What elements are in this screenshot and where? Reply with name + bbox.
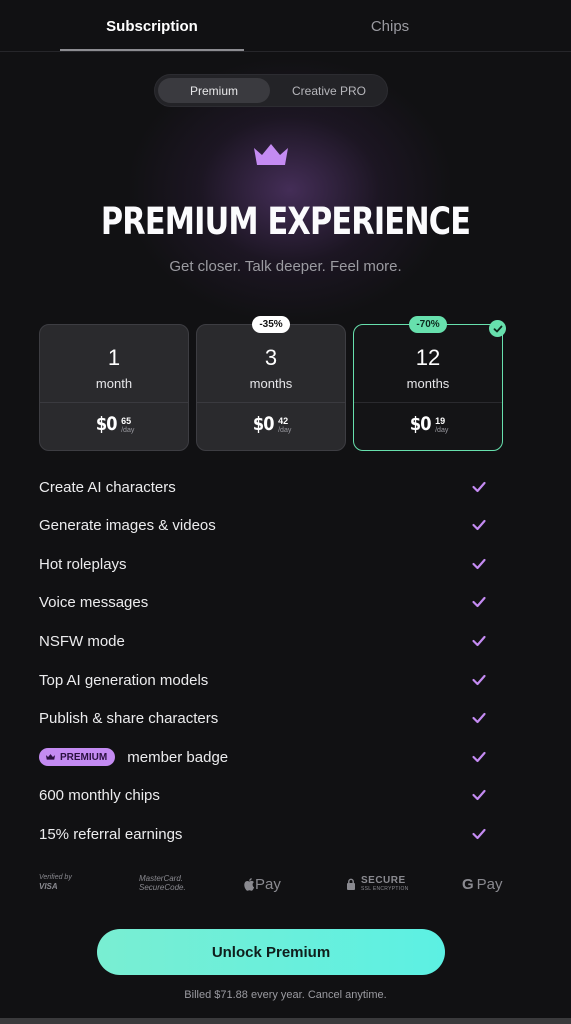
premium-badge-label: PREMIUM	[60, 751, 108, 763]
feature-label: member badge	[127, 748, 229, 766]
unlock-premium-button[interactable]: Unlock Premium	[97, 929, 445, 975]
plan-type-switch: Premium Creative PRO	[154, 74, 388, 107]
lock-icon	[347, 878, 355, 890]
feature-row: 15% referral earnings	[39, 824, 499, 844]
feature-row: Voice messages	[39, 592, 499, 612]
feature-label: Create AI characters	[39, 478, 176, 496]
feature-label: 600 monthly chips	[39, 786, 160, 804]
plan-divider	[197, 402, 345, 403]
bottom-bar	[0, 1018, 571, 1024]
feature-label: 15% referral earnings	[39, 825, 183, 843]
tab-subscription[interactable]: Subscription	[60, 0, 244, 52]
apple-icon	[244, 878, 255, 891]
feature-label: NSFW mode	[39, 632, 125, 650]
plan-unit: months	[249, 376, 293, 391]
premium-badge: PREMIUM	[39, 748, 116, 766]
check-icon	[472, 481, 486, 493]
price-dollars: $0	[95, 413, 117, 435]
check-icon	[472, 751, 486, 763]
price-period: /day	[435, 427, 449, 434]
mastercard-securecode-logo: MasterCard. SecureCode.	[139, 874, 186, 892]
plan-card-3-months[interactable]: 3 months $0 42 /day	[196, 324, 346, 451]
price-cents: 19	[435, 416, 446, 426]
price-period: /day	[121, 427, 135, 434]
tab-chips[interactable]: Chips	[300, 0, 480, 52]
ssl-secure-logo: SECURE SSL ENCRYPTION	[346, 874, 409, 894]
apple-pay-logo: Pay	[243, 874, 281, 894]
feature-label: Hot roleplays	[39, 555, 127, 573]
plan-duration: 3	[264, 345, 278, 370]
feature-row: Top AI generation models	[39, 670, 499, 690]
feature-row: Create AI characters	[39, 477, 499, 497]
google-pay-logo: G Pay	[462, 875, 503, 893]
segment-premium[interactable]: Premium	[158, 78, 270, 103]
top-tabs: Subscription Chips	[0, 0, 571, 52]
selected-check-icon	[489, 320, 506, 337]
check-icon	[472, 635, 486, 647]
check-icon	[472, 558, 486, 570]
check-icon	[472, 596, 486, 608]
plan-duration: 1	[107, 345, 121, 370]
feature-row: PREMIUM member badge	[39, 747, 499, 767]
crown-icon	[45, 754, 56, 760]
price-dollars: $0	[409, 413, 431, 435]
check-icon	[472, 712, 486, 724]
check-icon	[472, 789, 486, 801]
crown-icon	[254, 144, 288, 165]
page-title: PREMIUM EXPERIENCE	[100, 200, 471, 243]
feature-label: Top AI generation models	[39, 671, 209, 689]
price-cents: 65	[121, 416, 132, 426]
feature-label: Publish & share characters	[39, 709, 219, 727]
tagline: Get closer. Talk deeper. Feel more.	[169, 258, 402, 275]
billing-note: Billed $71.88 every year. Cancel anytime…	[184, 989, 387, 1001]
plan-unit: months	[406, 376, 450, 391]
feature-label: Generate images & videos	[39, 516, 216, 534]
plan-price: $0 19 /day	[354, 413, 502, 435]
plan-card-12-months[interactable]: 12 months $0 19 /day	[353, 324, 503, 451]
google-g-icon: G	[462, 875, 474, 893]
price-dollars: $0	[252, 413, 274, 435]
price-period: /day	[278, 427, 292, 434]
feature-row: Publish & share characters	[39, 708, 499, 728]
visa-logo: Verified by VISA	[39, 874, 72, 891]
plan-divider	[40, 402, 188, 403]
check-icon	[472, 674, 486, 686]
segment-creative-pro[interactable]: Creative PRO	[273, 78, 385, 103]
plan-card-1-month[interactable]: 1 month $0 65 /day	[39, 324, 189, 451]
plan-duration: 12	[415, 345, 441, 370]
check-icon	[472, 519, 486, 531]
price-cents: 42	[278, 416, 289, 426]
feature-row: Hot roleplays	[39, 554, 499, 574]
active-tab-indicator	[60, 49, 244, 51]
plan-price: $0 42 /day	[197, 413, 345, 435]
feature-row: Generate images & videos	[39, 515, 499, 535]
feature-row: 600 monthly chips	[39, 785, 499, 805]
feature-row: NSFW mode	[39, 631, 499, 651]
feature-label: Voice messages	[39, 593, 149, 611]
check-icon	[472, 828, 486, 840]
discount-badge: -35%	[252, 316, 290, 333]
plan-divider	[354, 402, 502, 403]
plan-price: $0 65 /day	[40, 413, 188, 435]
discount-badge: -70%	[409, 316, 447, 333]
plan-unit: month	[95, 376, 133, 391]
